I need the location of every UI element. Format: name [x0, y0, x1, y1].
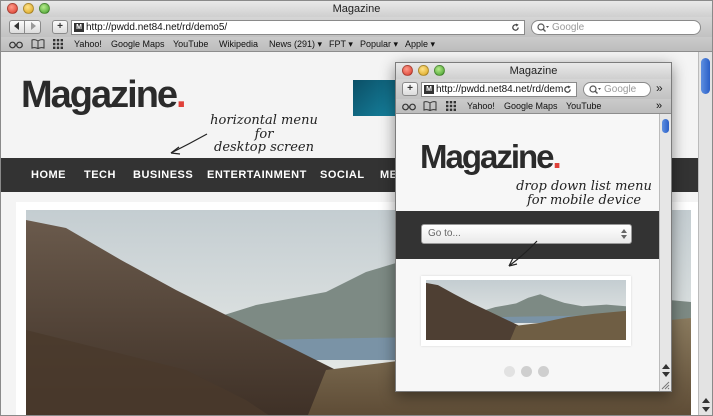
nav-social[interactable]: SOCIAL — [320, 169, 365, 181]
address-bar[interactable]: M http://pwdd.net84.net/rd/demo5/ — [71, 20, 525, 35]
zoom-window-button[interactable] — [39, 3, 50, 14]
dropdown-menu-annotation: drop down list menu for mobile device — [514, 180, 654, 207]
reading-glasses-icon[interactable] — [9, 40, 23, 49]
open-book-icon[interactable] — [31, 39, 45, 49]
annotation-line-2: desktop screen — [214, 140, 314, 156]
close-window-button[interactable] — [7, 3, 18, 14]
mobile-browser-toolbar: + M http://pwdd.net84.net/rd/dem Google … — [396, 79, 671, 99]
mobile-search-placeholder: Google — [604, 84, 637, 95]
mobile-scroll-up-arrow-icon[interactable] — [662, 364, 670, 369]
mobile-zoom-window-button[interactable] — [434, 65, 445, 76]
mobile-title-bar[interactable]: Magazine — [396, 63, 671, 79]
forward-button[interactable] — [25, 20, 41, 34]
mobile-landscape-photo — [426, 280, 626, 340]
browser-toolbar: + M http://pwdd.net84.net/rd/demo5/ Goog… — [1, 17, 712, 37]
title-bar[interactable]: Magazine — [1, 1, 712, 17]
back-button[interactable] — [9, 20, 25, 34]
annotation-arrow-icon — [170, 133, 208, 155]
mobile-bookmark-google-maps[interactable]: Google Maps — [504, 99, 558, 113]
mobile-logo-dot: . — [552, 138, 562, 175]
search-placeholder: Google — [552, 22, 585, 33]
bookmark-yahoo[interactable]: Yahoo! — [74, 37, 102, 51]
add-bookmark-button[interactable]: + — [52, 20, 68, 34]
mobile-reload-icon[interactable] — [563, 85, 572, 94]
bookmark-fpt-folder[interactable]: FPT ▾ — [329, 37, 353, 51]
search-icon — [537, 23, 549, 32]
bookmark-wikipedia[interactable]: Wikipedia — [219, 37, 258, 51]
mobile-minimize-window-button[interactable] — [418, 65, 429, 76]
mobile-logo-text: Magazine — [420, 138, 555, 175]
mobile-url-text: http://pwdd.net84.net/rd/dem — [436, 84, 564, 95]
forward-arrow-icon — [30, 22, 36, 30]
grid-view-icon[interactable] — [53, 39, 63, 49]
select-updown-arrows-icon — [621, 229, 627, 239]
back-arrow-icon — [14, 22, 19, 30]
logo-dot: . — [176, 74, 186, 116]
mobile-open-book-icon[interactable] — [423, 101, 437, 111]
minimize-window-button[interactable] — [23, 3, 34, 14]
mobile-annotation-arrow-icon — [508, 240, 538, 267]
slider-dot-3[interactable] — [538, 366, 549, 377]
scroll-down-arrow-icon[interactable] — [702, 407, 710, 412]
mobile-close-window-button[interactable] — [402, 65, 413, 76]
bookmark-google-maps[interactable]: Google Maps — [111, 37, 165, 51]
mobile-window-title: Magazine — [509, 65, 558, 77]
search-field[interactable]: Google — [531, 20, 701, 35]
nav-entertainment[interactable]: ENTERTAINMENT — [207, 169, 307, 181]
mobile-window-controls — [402, 65, 445, 76]
nav-business[interactable]: BUSINESS — [133, 169, 193, 181]
window-controls — [7, 3, 50, 14]
mobile-bookmark-yahoo[interactable]: Yahoo! — [467, 99, 495, 113]
slider-dot-2[interactable] — [521, 366, 532, 377]
mobile-browser-window: Magazine + M http://pwdd.net84.net/rd/de… — [395, 62, 672, 392]
mobile-bookmark-youtube[interactable]: YouTube — [566, 99, 601, 113]
logo-text: Magazine — [21, 74, 178, 116]
bookmarks-overflow-chevron-icon[interactable]: » — [656, 99, 662, 113]
resize-grip-icon[interactable] — [660, 380, 670, 390]
mobile-site-logo[interactable]: Magazine. — [420, 138, 562, 176]
goto-dropdown-value: Go to... — [428, 228, 461, 239]
mobile-add-bookmark-button[interactable]: + — [402, 82, 418, 96]
url-text: http://pwdd.net84.net/rd/demo5/ — [86, 22, 228, 33]
reload-icon[interactable] — [511, 23, 520, 32]
nav-home[interactable]: HOME — [31, 169, 66, 181]
mobile-reading-glasses-icon[interactable] — [402, 102, 416, 111]
mobile-page-viewport: Magazine. drop down list menu for mobile… — [396, 114, 659, 391]
nav-tech[interactable]: TECH — [84, 169, 116, 181]
site-favicon-icon: M — [74, 23, 84, 32]
site-logo[interactable]: Magazine. — [21, 74, 187, 117]
mobile-scroll-thumb[interactable] — [662, 119, 669, 133]
mobile-hero-slide-image[interactable] — [426, 280, 626, 340]
mobile-annotation-line-1: drop down list menu — [516, 179, 652, 194]
bookmark-youtube[interactable]: YouTube — [173, 37, 208, 51]
toolbar-overflow-chevron-icon[interactable]: » — [656, 81, 663, 95]
mobile-search-field[interactable]: Google — [583, 82, 651, 97]
window-title: Magazine — [332, 3, 381, 15]
bookmark-news-folder[interactable]: News (291) ▾ — [269, 37, 322, 51]
mobile-bookmarks-bar: Yahoo! Google Maps YouTube » — [396, 99, 671, 114]
bookmark-apple-folder[interactable]: Apple ▾ — [405, 37, 435, 51]
annotation-line-1: horizontal menu for — [210, 113, 318, 142]
mobile-vertical-scrollbar[interactable] — [659, 114, 671, 391]
mobile-annotation-line-2: for mobile device — [526, 192, 642, 208]
mobile-site-favicon-icon: M — [424, 85, 434, 94]
mobile-grid-view-icon[interactable] — [446, 101, 456, 111]
horizontal-menu-annotation: horizontal menu for desktop screen — [199, 114, 329, 155]
bookmark-popular-folder[interactable]: Popular ▾ — [360, 37, 398, 51]
scroll-up-arrow-icon[interactable] — [702, 398, 710, 403]
desktop-scroll-thumb[interactable] — [701, 58, 710, 94]
mobile-scroll-down-arrow-icon[interactable] — [662, 372, 670, 377]
desktop-vertical-scrollbar[interactable] — [698, 52, 712, 415]
mobile-search-icon — [589, 85, 601, 94]
slider-dot-1[interactable] — [504, 366, 515, 377]
mobile-address-bar[interactable]: M http://pwdd.net84.net/rd/dem — [421, 82, 577, 97]
bookmarks-bar: Yahoo! Google Maps YouTube Wikipedia New… — [1, 37, 712, 52]
